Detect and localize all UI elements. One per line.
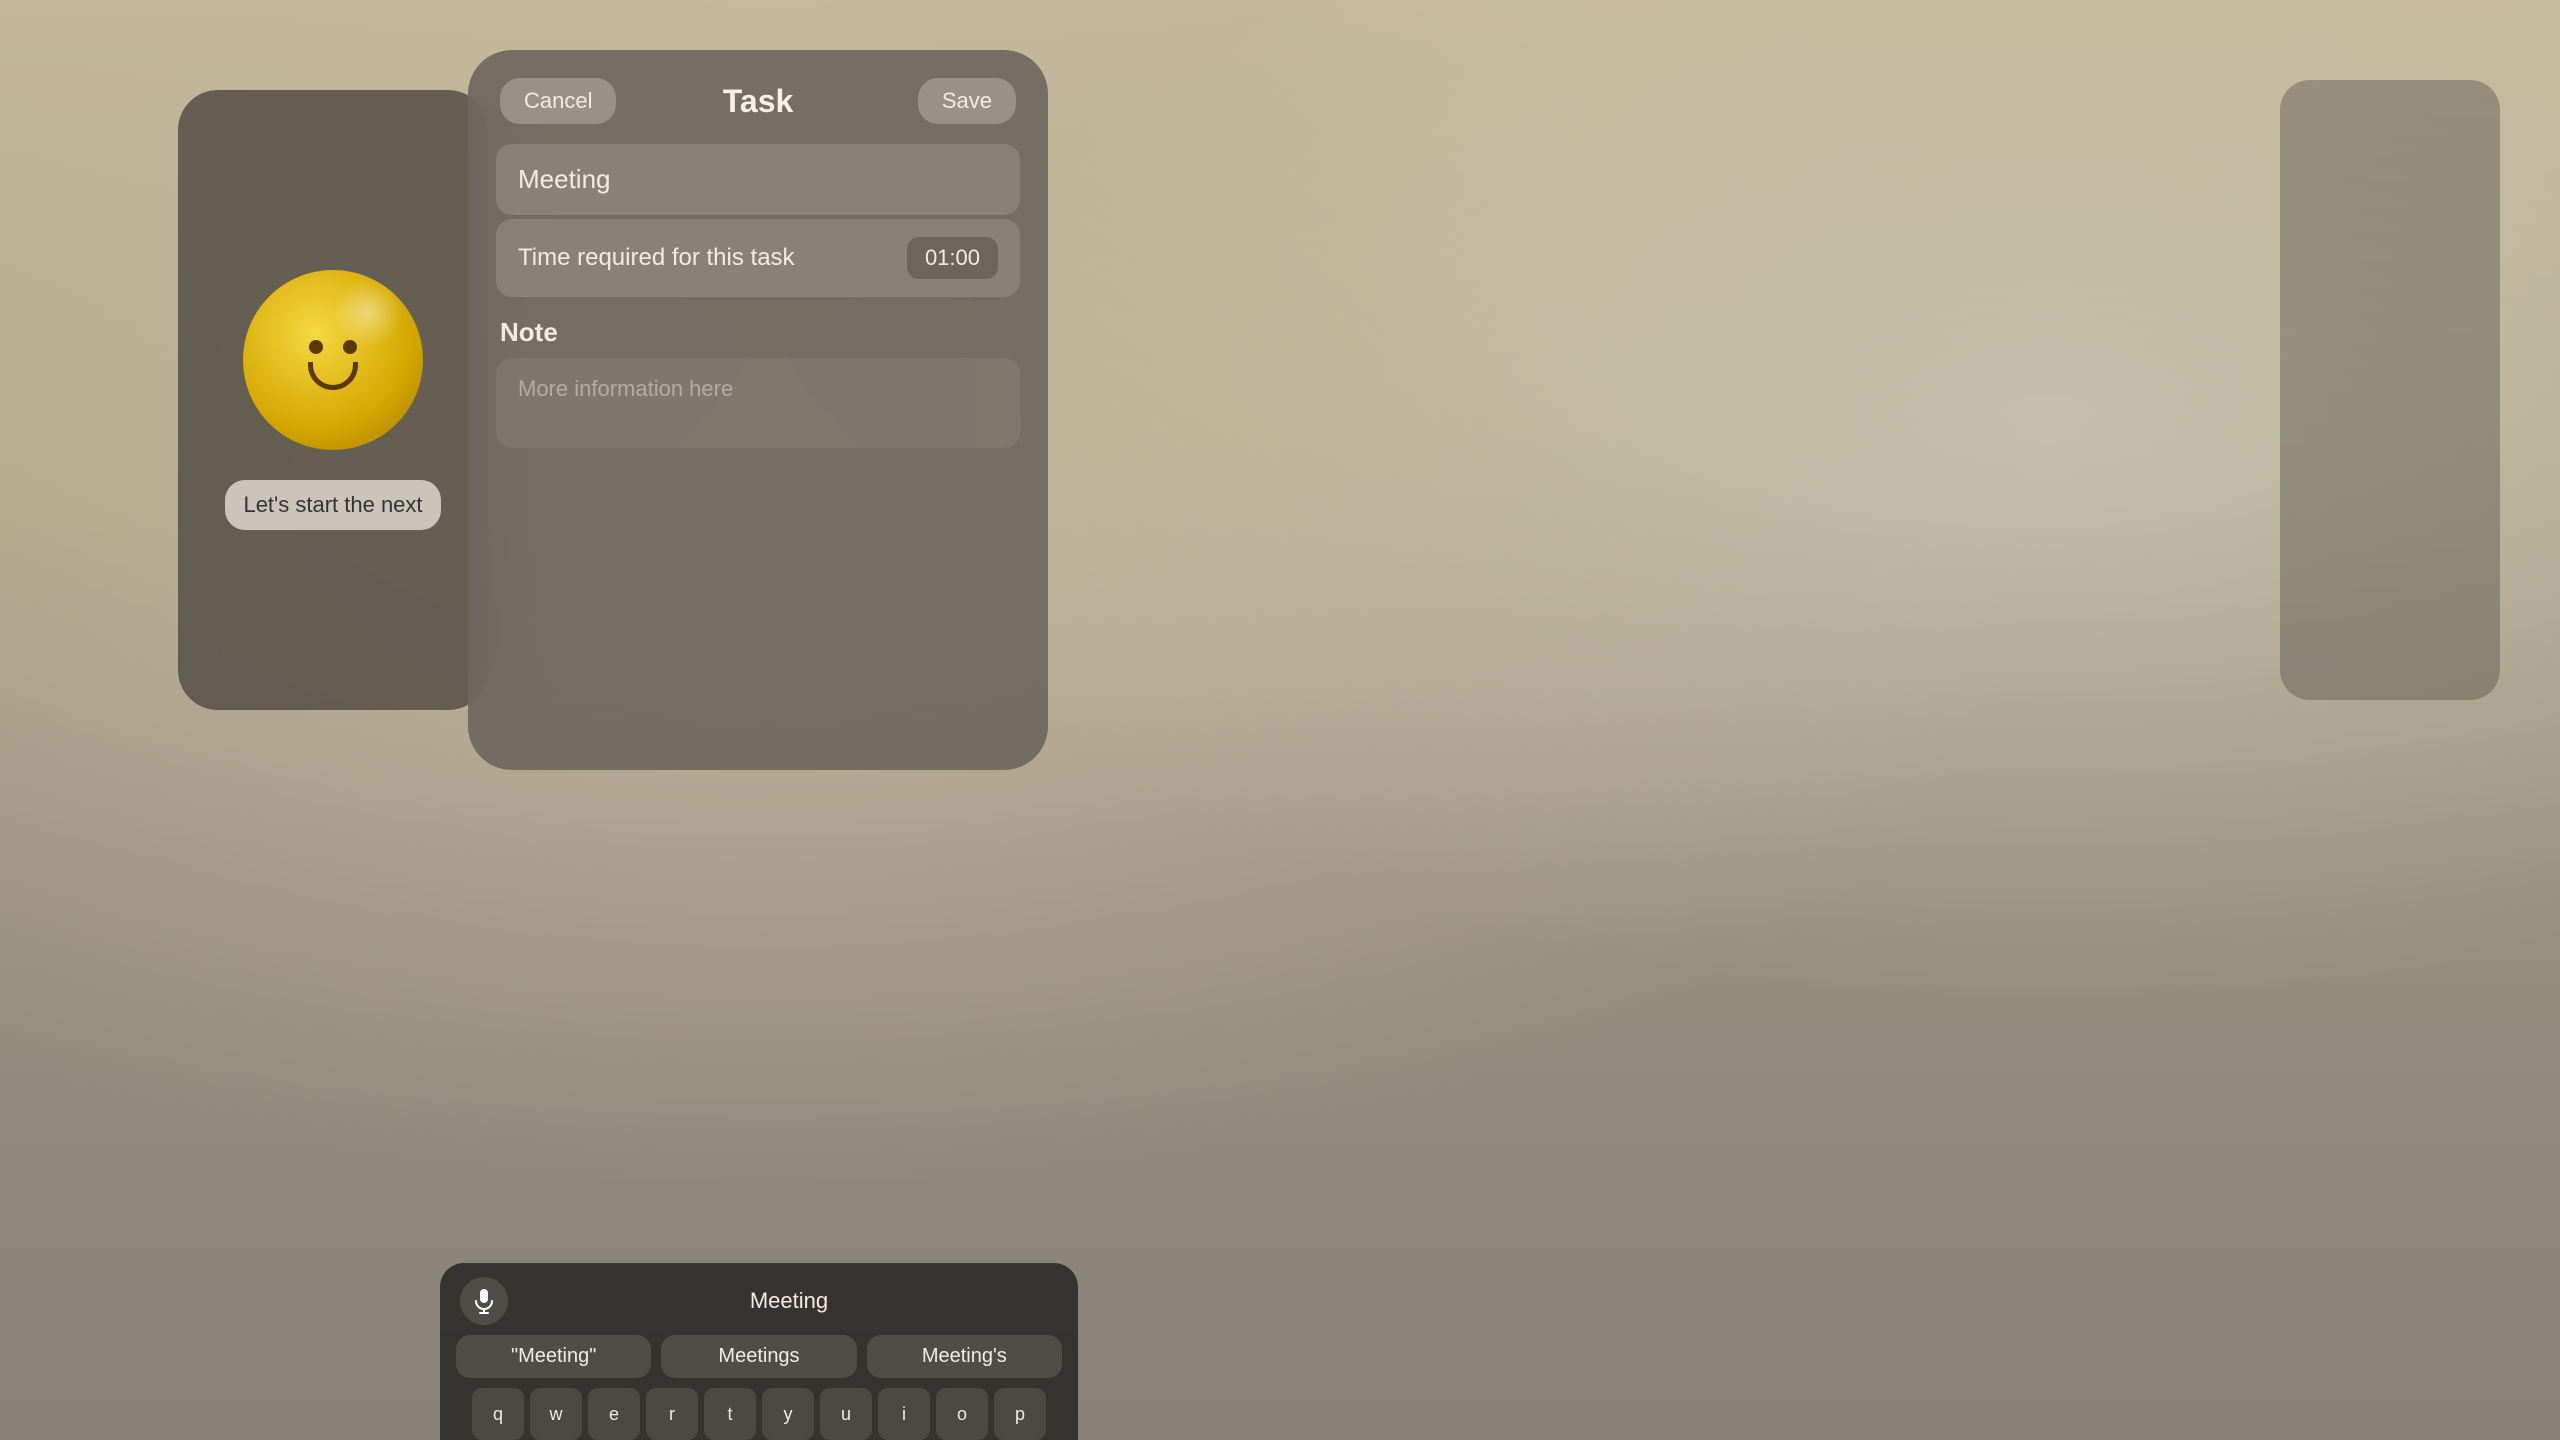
dialog-title: Task — [723, 83, 794, 120]
key-i[interactable]: i — [878, 1388, 930, 1440]
speech-bubble: Let's start the next — [225, 480, 440, 530]
avatar — [243, 270, 423, 450]
keyboard-bar: Meeting "Meeting" Meetings Meeting's q w… — [440, 1263, 1078, 1440]
note-section-label: Note — [496, 317, 1020, 348]
avatar-shine — [333, 278, 403, 348]
avatar-eye-left — [309, 340, 323, 354]
time-row: Time required for this task 01:00 — [496, 219, 1020, 297]
avatar-smile — [308, 362, 358, 390]
suggestions-row: "Meeting" Meetings Meeting's — [440, 1335, 1078, 1378]
keyboard-keys-row: q w e r t y u i o p — [440, 1388, 1078, 1440]
key-r[interactable]: r — [646, 1388, 698, 1440]
assistant-panel: Let's start the next — [178, 90, 488, 710]
task-name-input[interactable] — [496, 144, 1020, 215]
key-p[interactable]: p — [994, 1388, 1046, 1440]
speech-text: Let's start the next — [243, 492, 422, 517]
key-o[interactable]: o — [936, 1388, 988, 1440]
time-label: Time required for this task — [518, 244, 795, 272]
key-w[interactable]: w — [530, 1388, 582, 1440]
avatar-face — [308, 340, 358, 390]
key-q[interactable]: q — [472, 1388, 524, 1440]
suggestion-chip-1[interactable]: Meetings — [661, 1335, 856, 1378]
task-dialog: Cancel Task Save Time required for this … — [468, 50, 1048, 770]
note-textarea[interactable] — [496, 358, 1020, 448]
dialog-header: Cancel Task Save — [468, 50, 1048, 144]
mic-button[interactable] — [460, 1277, 508, 1325]
avatar-container — [243, 270, 423, 450]
suggestion-chip-2[interactable]: Meeting's — [867, 1335, 1062, 1378]
suggestion-chip-0[interactable]: "Meeting" — [456, 1335, 651, 1378]
keyboard-input-row: Meeting — [440, 1277, 1078, 1325]
avatar-eyes — [308, 340, 358, 354]
save-button[interactable]: Save — [918, 78, 1016, 124]
avatar-eye-right — [343, 340, 357, 354]
key-t[interactable]: t — [704, 1388, 756, 1440]
mic-icon — [474, 1288, 494, 1314]
dialog-body: Time required for this task 01:00 Note — [468, 144, 1048, 770]
time-value[interactable]: 01:00 — [907, 237, 998, 279]
key-y[interactable]: y — [762, 1388, 814, 1440]
keyboard-text-display: Meeting — [520, 1288, 1058, 1314]
cancel-button[interactable]: Cancel — [500, 78, 616, 124]
right-panel — [2280, 80, 2500, 700]
key-e[interactable]: e — [588, 1388, 640, 1440]
key-u[interactable]: u — [820, 1388, 872, 1440]
